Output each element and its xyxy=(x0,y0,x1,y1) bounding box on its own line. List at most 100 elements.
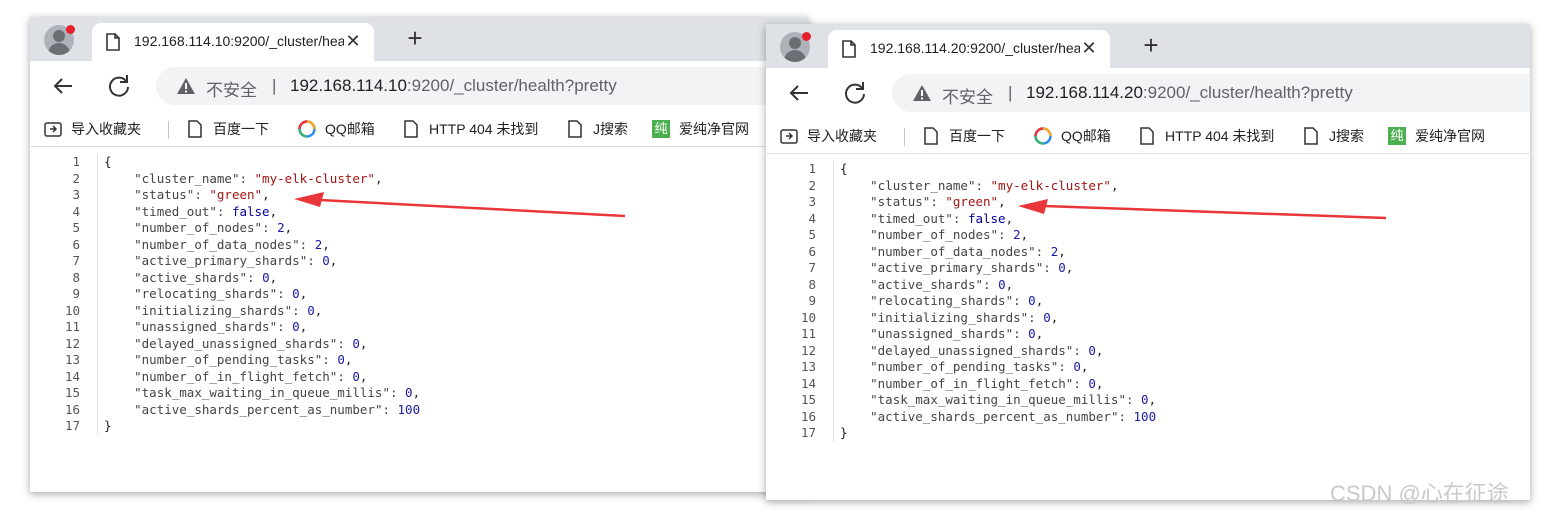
line-number: 10 xyxy=(64,302,80,318)
profile-button[interactable] xyxy=(766,24,826,68)
reload-icon[interactable] xyxy=(104,71,134,101)
address-bar[interactable]: 不安全 | 192.168.114.10:9200/_cluster/healt… xyxy=(156,67,808,105)
code-line: 7 "active_primary_shards": 0, xyxy=(766,260,1156,277)
bookmark-http404[interactable]: HTTP 404 未找到 xyxy=(402,119,538,139)
json-brace: { xyxy=(104,154,112,169)
browser-tab[interactable]: 192.168.114.20:9200/_cluster/hea ✕ xyxy=(828,30,1110,68)
security-label[interactable]: 不安全 xyxy=(942,83,993,108)
line-gutter xyxy=(82,253,98,270)
page-icon xyxy=(106,33,120,51)
json-value: "green" xyxy=(945,194,999,209)
bookmark-http404[interactable]: HTTP 404 未找到 xyxy=(1138,126,1274,146)
json-punct: , xyxy=(269,203,278,219)
tab-close-icon[interactable]: ✕ xyxy=(342,30,364,52)
line-text: "active_shards_percent_as_number": 100 xyxy=(134,401,421,417)
browser-tab[interactable]: 192.168.114.10:9200/_cluster/hea ✕ xyxy=(92,23,374,61)
json-key: relocating_shards xyxy=(877,293,1006,308)
code-line: 13 "number_of_pending_tasks": 0, xyxy=(766,359,1156,376)
line-number: 5 xyxy=(72,220,80,235)
code-line: 10 "initializing_shards": 0, xyxy=(766,309,1156,326)
line-text: } xyxy=(834,425,848,442)
code-line: 6 "number_of_data_nodes": 2, xyxy=(766,243,1156,260)
code-line: 11 "unassigned_shards": 0, xyxy=(30,319,420,336)
code-line: 2 "cluster_name": "my-elk-cluster", xyxy=(30,170,420,187)
line-number: 17 xyxy=(800,425,816,440)
bookmark-import[interactable]: 导入收藏夹 xyxy=(44,119,141,139)
line-text: "cluster_name": "my-elk-cluster", xyxy=(870,177,1119,193)
code-line: 15 "task_max_waiting_in_queue_millis": 0… xyxy=(30,385,420,402)
tab-close-icon[interactable]: ✕ xyxy=(1078,37,1100,59)
line-text: "active_shards_percent_as_number": 100 xyxy=(870,408,1157,424)
warning-triangle-icon[interactable] xyxy=(912,84,932,102)
bookmark-jsearch[interactable]: J搜索 xyxy=(1302,126,1364,146)
line-gutter xyxy=(82,401,98,418)
json-value: "green" xyxy=(209,187,263,202)
json-value: 100 xyxy=(1133,408,1157,424)
json-key: delayed_unassigned_shards xyxy=(141,335,330,351)
json-punct: , xyxy=(374,170,383,186)
json-key: number_of_in_flight_fetch xyxy=(141,368,330,384)
bookmark-baidu[interactable]: 百度一下 xyxy=(922,126,1005,146)
line-number: 9 xyxy=(808,293,816,308)
line-number: 12 xyxy=(800,342,816,358)
line-text: "active_primary_shards": 0, xyxy=(870,260,1074,275)
line-gutter xyxy=(82,269,98,286)
line-text: "number_of_pending_tasks": 0, xyxy=(134,352,353,367)
json-value: 0 xyxy=(292,319,300,334)
bookmark-qqmail[interactable]: QQ邮箱 xyxy=(1034,126,1111,146)
json-punct: , xyxy=(1005,276,1014,292)
json-punct: , xyxy=(1095,342,1104,358)
bookmark-baidu[interactable]: 百度一下 xyxy=(186,119,269,139)
security-label[interactable]: 不安全 xyxy=(206,76,257,101)
bookmark-qqmail[interactable]: QQ邮箱 xyxy=(298,119,375,139)
json-key: number_of_data_nodes xyxy=(141,236,293,252)
tab-title: 192.168.114.10:9200/_cluster/hea xyxy=(134,33,344,49)
profile-button[interactable] xyxy=(30,17,90,61)
page-icon xyxy=(188,120,202,138)
back-arrow-icon[interactable] xyxy=(784,78,814,108)
bookmark-aichunjing[interactable]: 纯 爱纯净官网 xyxy=(1388,126,1485,146)
import-bookmarks-icon xyxy=(780,129,798,144)
bookmarks-divider xyxy=(904,128,905,146)
json-key: task_max_waiting_in_queue_millis xyxy=(877,392,1119,407)
annotation-arrow-1 xyxy=(294,192,626,218)
json-key: number_of_in_flight_fetch xyxy=(877,375,1066,391)
bookmark-aichunjing[interactable]: 纯 爱纯净官网 xyxy=(652,119,749,139)
bookmark-import[interactable]: 导入收藏夹 xyxy=(780,126,877,146)
line-gutter xyxy=(818,161,834,178)
line-gutter xyxy=(82,302,98,319)
url-text[interactable]: 192.168.114.10:9200/_cluster/health?pret… xyxy=(290,76,617,96)
line-text: "delayed_unassigned_shards": 0, xyxy=(870,342,1104,358)
json-value: 0 xyxy=(1058,260,1066,275)
warning-triangle-icon[interactable] xyxy=(176,77,196,95)
line-gutter xyxy=(82,286,98,303)
line-text: "active_shards": 0, xyxy=(870,276,1014,292)
line-number: 14 xyxy=(64,368,80,384)
code-line: 17} xyxy=(766,425,1156,442)
json-value: 100 xyxy=(397,401,421,417)
reload-icon[interactable] xyxy=(840,78,870,108)
line-number: 13 xyxy=(800,359,816,374)
json-value: 0 xyxy=(1028,293,1036,308)
line-gutter xyxy=(818,260,834,277)
json-key: unassigned_shards xyxy=(877,326,1006,341)
line-gutter xyxy=(82,220,98,237)
line-text: "status": "green", xyxy=(870,194,1006,209)
line-number: 6 xyxy=(72,236,80,252)
line-number: 3 xyxy=(72,187,80,202)
bookmarks-divider xyxy=(168,121,169,139)
new-tab-button[interactable]: + xyxy=(402,25,428,51)
back-arrow-icon[interactable] xyxy=(48,71,78,101)
new-tab-button[interactable]: + xyxy=(1138,32,1164,58)
line-number: 17 xyxy=(64,418,80,433)
json-key: number_of_data_nodes xyxy=(877,243,1029,259)
page-icon xyxy=(404,120,418,138)
line-text: "relocating_shards": 0, xyxy=(134,286,308,301)
line-gutter xyxy=(818,243,834,260)
line-gutter xyxy=(818,359,834,376)
address-bar[interactable]: 不安全 | 192.168.114.20:9200/_cluster/healt… xyxy=(892,74,1530,112)
aichunjing-logo-icon: 纯 xyxy=(1388,127,1406,145)
bookmark-jsearch[interactable]: J搜索 xyxy=(566,119,628,139)
line-text: { xyxy=(98,154,112,171)
url-text[interactable]: 192.168.114.20:9200/_cluster/health?pret… xyxy=(1026,83,1353,103)
